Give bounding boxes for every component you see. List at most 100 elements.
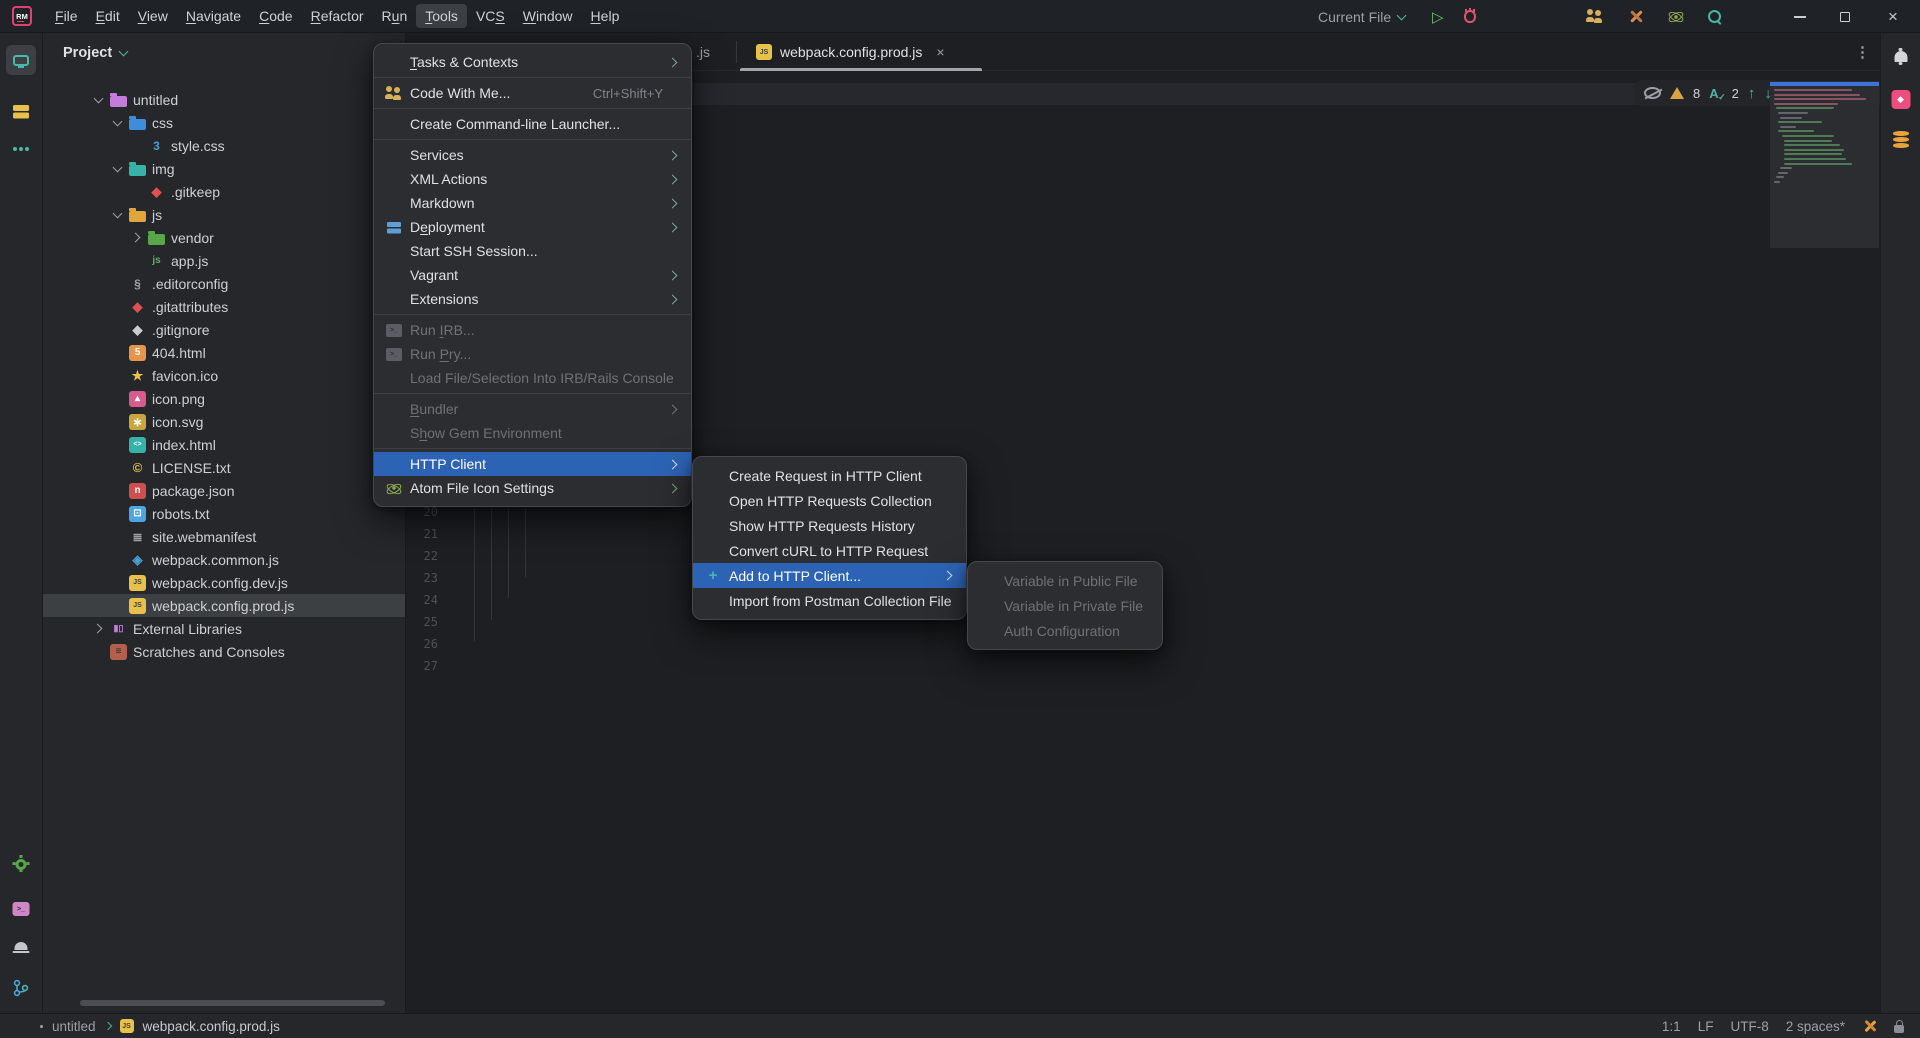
menubar-item[interactable]: Window: [514, 4, 582, 28]
menubar-item[interactable]: Navigate: [177, 4, 250, 28]
menu-item[interactable]: >_ Run Pry...: [374, 342, 691, 366]
tree-chevron-icon[interactable]: [111, 577, 123, 589]
menu-item[interactable]: Create Request in HTTP Client: [693, 463, 966, 488]
tree-chevron-icon[interactable]: [111, 554, 123, 566]
prev-problem-button[interactable]: ↑: [1748, 85, 1756, 102]
ai-assistant-button[interactable]: ◆: [1891, 90, 1910, 109]
tree-chevron-icon[interactable]: [111, 117, 123, 129]
tree-item[interactable]: css: [43, 111, 405, 134]
menubar-item[interactable]: Help: [582, 4, 629, 28]
menu-item[interactable]: Tasks & Contexts: [374, 50, 691, 74]
tree-item[interactable]: ≡ Scratches and Consoles: [43, 640, 405, 663]
menubar-item[interactable]: Code: [250, 4, 301, 28]
menu-item[interactable]: Vagrant: [374, 263, 691, 287]
tree-chevron-icon[interactable]: [111, 508, 123, 520]
debug-button[interactable]: [1464, 0, 1476, 33]
tree-chevron-icon[interactable]: [130, 186, 142, 198]
menubar-item[interactable]: Tools: [416, 4, 467, 28]
tree-chevron-icon[interactable]: [111, 462, 123, 474]
menu-item[interactable]: Variable in Public File: [968, 568, 1162, 593]
tree-chevron-icon[interactable]: [130, 232, 142, 244]
menu-item[interactable]: Services: [374, 143, 691, 167]
more-toolwindows-button[interactable]: [19, 147, 23, 151]
tree-chevron-icon[interactable]: [130, 255, 142, 267]
tree-chevron-icon[interactable]: [111, 485, 123, 497]
menu-item[interactable]: Extensions: [374, 287, 691, 311]
menubar-item[interactable]: VCS: [467, 4, 514, 28]
indent-style[interactable]: 2 spaces*: [1786, 1019, 1845, 1034]
tree-chevron-icon[interactable]: [111, 370, 123, 382]
tree-chevron-icon[interactable]: [111, 439, 123, 451]
tree-chevron-icon[interactable]: [111, 347, 123, 359]
code-with-me-button[interactable]: [1586, 0, 1605, 33]
menu-item[interactable]: Auth Configuration: [968, 618, 1162, 643]
close-button[interactable]: ×: [1888, 0, 1898, 33]
menubar-item[interactable]: Edit: [87, 4, 129, 28]
tree-item[interactable]: js app.js: [43, 249, 405, 272]
menu-item[interactable]: Markdown: [374, 191, 691, 215]
terminal-toolwindow-button[interactable]: >_: [13, 902, 30, 916]
tree-item[interactable]: ⊡ robots.txt: [43, 502, 405, 525]
tree-chevron-icon[interactable]: [111, 600, 123, 612]
close-tab-icon[interactable]: ×: [936, 44, 944, 60]
tree-chevron-icon[interactable]: [111, 301, 123, 313]
tree-item[interactable]: ∗ icon.svg: [43, 410, 405, 433]
problems-toolwindow-button[interactable]: [15, 942, 28, 950]
tree-item[interactable]: 3 style.css: [43, 134, 405, 157]
tree-item[interactable]: img: [43, 157, 405, 180]
tree-item[interactable]: ★ favicon.ico: [43, 364, 405, 387]
tree-chevron-icon[interactable]: [92, 94, 104, 106]
tree-item[interactable]: 5 404.html: [43, 341, 405, 364]
menu-item[interactable]: Deployment: [374, 215, 691, 239]
search-everywhere-button[interactable]: [1707, 0, 1723, 33]
tree-item[interactable]: n package.json: [43, 479, 405, 502]
tree-item[interactable]: <> index.html: [43, 433, 405, 456]
run-button[interactable]: ▷: [1432, 0, 1444, 33]
menu-item[interactable]: >_ Run IRB...: [374, 318, 691, 342]
menu-item[interactable]: Show Gem Environment: [374, 421, 691, 445]
tree-chevron-icon[interactable]: [111, 324, 123, 336]
menubar-item[interactable]: View: [129, 4, 177, 28]
menu-item[interactable]: Code With Me... Ctrl+Shift+Y: [374, 81, 691, 105]
lock-icon[interactable]: [1894, 1025, 1904, 1033]
tree-chevron-icon[interactable]: [92, 646, 104, 658]
partial-tab[interactable]: .js: [696, 33, 710, 71]
tree-chevron-icon[interactable]: [111, 209, 123, 221]
minimize-button[interactable]: [1794, 0, 1806, 33]
code-line[interactable]: 27: [406, 655, 1880, 677]
tree-chevron-icon[interactable]: [111, 416, 123, 428]
tree-item[interactable]: ◈ webpack.common.js: [43, 548, 405, 571]
tree-item[interactable]: ▴ icon.png: [43, 387, 405, 410]
atom-plugin-button[interactable]: [1668, 0, 1684, 33]
tree-item[interactable]: ◆ .gitkeep: [43, 180, 405, 203]
tree-item[interactable]: JS webpack.config.dev.js: [43, 571, 405, 594]
project-panel-header[interactable]: Project: [43, 33, 405, 73]
menu-item[interactable]: HTTP Client: [374, 452, 691, 476]
build-tools-button[interactable]: [1628, 0, 1645, 33]
menubar-item[interactable]: File: [46, 4, 87, 28]
menu-item[interactable]: Bundler: [374, 397, 691, 421]
tree-item[interactable]: js: [43, 203, 405, 226]
minimap-code-overview[interactable]: [1770, 81, 1879, 248]
tree-item[interactable]: § .editorconfig: [43, 272, 405, 295]
tab-webpack-config-prod[interactable]: JS webpack.config.prod.js ×: [738, 33, 984, 71]
tree-item[interactable]: ◆ .gitattributes: [43, 295, 405, 318]
tree-chevron-icon[interactable]: [111, 163, 123, 175]
tree-chevron-icon[interactable]: [92, 623, 104, 635]
menu-item[interactable]: XML Actions: [374, 167, 691, 191]
menu-item[interactable]: Convert cURL to HTTP Request: [693, 538, 966, 563]
menubar-item[interactable]: Refactor: [302, 4, 373, 28]
tree-chevron-icon[interactable]: [111, 531, 123, 543]
menu-item[interactable]: Atom File Icon Settings: [374, 476, 691, 500]
breadcrumb-project[interactable]: untitled: [52, 1019, 96, 1034]
build-icon[interactable]: [1862, 1019, 1877, 1034]
tree-item[interactable]: untitled: [43, 88, 405, 111]
breadcrumb-file[interactable]: webpack.config.prod.js: [143, 1019, 280, 1034]
tree-chevron-icon[interactable]: [111, 393, 123, 405]
tree-chevron-icon[interactable]: [111, 278, 123, 290]
settings-button[interactable]: [16, 859, 27, 870]
menu-item[interactable]: Start SSH Session...: [374, 239, 691, 263]
tree-item[interactable]: ◆ .gitignore: [43, 318, 405, 341]
menu-item[interactable]: Create Command-line Launcher...: [374, 112, 691, 136]
tab-options-button[interactable]: ⋮: [1855, 33, 1870, 71]
